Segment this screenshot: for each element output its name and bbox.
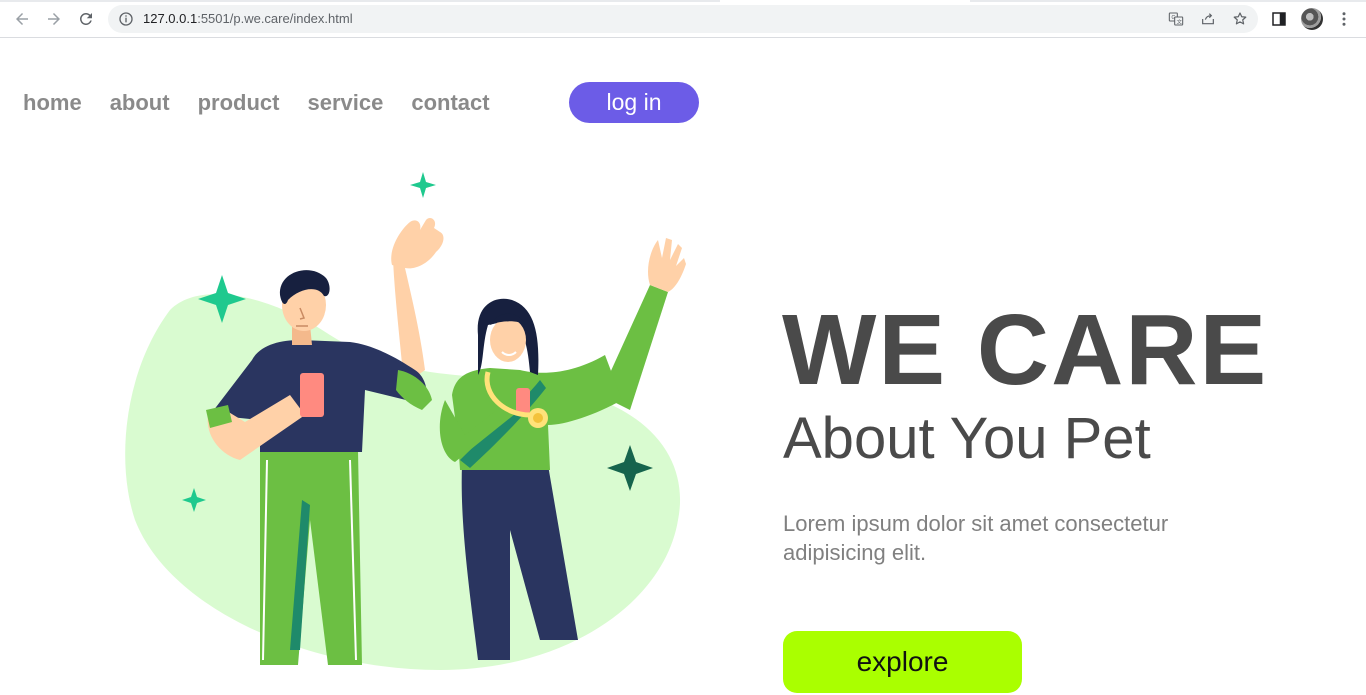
nav-link-about[interactable]: about [110, 90, 170, 116]
tab-strip-edge [0, 0, 1366, 2]
site-info-icon[interactable] [118, 11, 134, 27]
side-panel-icon[interactable] [1269, 9, 1289, 29]
hero-illustration [125, 172, 686, 670]
nav-link-service[interactable]: service [307, 90, 383, 116]
share-icon[interactable] [1200, 11, 1216, 27]
address-bar[interactable]: 127.0.0.1:5501/p.we.care/index.html G 文 [108, 5, 1258, 33]
url-text[interactable]: 127.0.0.1:5501/p.we.care/index.html [143, 11, 353, 26]
hero-subtitle: About You Pet [783, 406, 1151, 471]
reload-icon[interactable] [75, 8, 97, 30]
back-arrow-icon[interactable] [11, 8, 33, 30]
hero-title: WE CARE [782, 294, 1269, 406]
more-menu-icon[interactable] [1334, 9, 1354, 29]
sparkle-icon [410, 172, 436, 198]
site-nav: home about product service contact [23, 82, 518, 123]
browser-toolbar: 127.0.0.1:5501/p.we.care/index.html G 文 [0, 0, 1366, 38]
nav-link-contact[interactable]: contact [411, 90, 489, 116]
login-button[interactable]: log in [569, 82, 699, 123]
profile-avatar[interactable] [1301, 8, 1323, 30]
hero-description: Lorem ipsum dolor sit amet consectetur a… [783, 511, 1169, 565]
forward-arrow-icon[interactable] [43, 8, 65, 30]
nav-link-home[interactable]: home [23, 90, 82, 116]
bookmark-star-icon[interactable] [1232, 11, 1248, 27]
svg-text:G: G [1171, 15, 1175, 21]
translate-icon[interactable]: G 文 [1168, 11, 1184, 27]
nav-link-product[interactable]: product [198, 90, 280, 116]
explore-button[interactable]: explore [783, 631, 1022, 693]
